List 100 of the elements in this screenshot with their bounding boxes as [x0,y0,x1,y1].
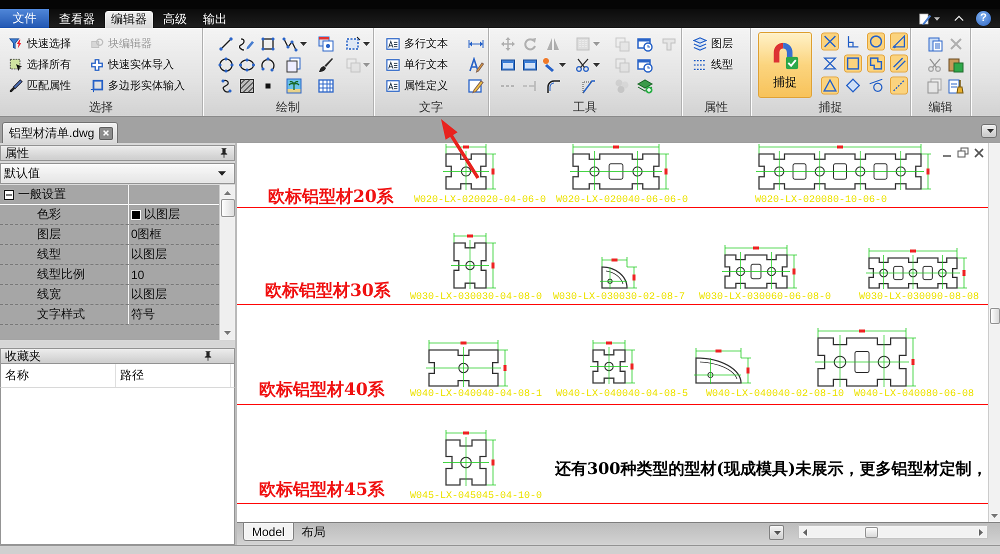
curve-pencil-icon[interactable] [238,36,254,52]
style-dropdown[interactable]: 默认值 [0,163,235,184]
caret-icon[interactable] [934,17,940,21]
paint-icon[interactable] [540,56,556,72]
snap-button[interactable]: 捕捉 [758,32,812,98]
close-button[interactable] [99,126,113,140]
chamfer-icon[interactable] [580,78,596,94]
polyline-icon[interactable] [282,36,298,52]
parallel-icon[interactable] [890,54,908,73]
cross-icon[interactable] [821,32,839,51]
minus-box-icon[interactable] [4,190,14,200]
restore-icon[interactable] [957,147,969,159]
ribbon-tab[interactable]: 输出 [197,11,233,28]
chevron-up-icon[interactable] [954,15,964,22]
ribbon-tab[interactable]: 查看器 [53,11,101,28]
pin-icon[interactable] [204,351,212,361]
stack-plus-icon[interactable] [637,78,653,94]
scrollbar[interactable] [798,525,988,539]
scrollbar[interactable] [988,143,1000,522]
layout-tab[interactable]: 布局 [294,523,334,541]
caret-icon[interactable] [362,42,370,46]
profile-label: W040-LX-040040-04-08-1 [410,389,542,400]
property-name: 文字样式 [37,306,85,323]
property-value[interactable]: 以图层 [144,206,180,223]
picture-icon[interactable] [286,78,302,94]
ribbon-button[interactable]: 多行文本 [386,33,468,54]
text-box-icon [386,36,400,50]
property-value[interactable]: 0图框 [131,226,162,243]
rectangle-icon[interactable] [260,36,276,52]
clipboard-icon[interactable] [926,36,942,52]
brush-icon[interactable] [318,56,334,72]
ellipse-icon[interactable] [238,56,254,72]
column-header[interactable]: 路径 [116,364,231,387]
group-label: 捕捉 [818,100,844,116]
caret-icon[interactable] [300,42,306,46]
arrow-down-icon[interactable] [991,514,998,518]
ribbon-button[interactable]: 选择所有 [9,54,90,75]
caret-icon[interactable] [558,62,566,66]
window-clock-icon[interactable] [637,36,653,52]
scrollbar[interactable] [219,185,235,340]
property-value[interactable]: 符号 [131,306,155,323]
arrow-up-icon[interactable] [224,191,231,195]
scrollbar-thumb[interactable] [990,308,1000,324]
windows-icon[interactable] [318,36,334,52]
ribbon-button[interactable]: 图层 [693,33,733,54]
copy-icon[interactable] [286,56,302,72]
angle-icon[interactable] [890,32,908,51]
scrollbar-thumb[interactable] [865,526,878,538]
triangle-icon[interactable] [821,76,839,95]
panel-icon[interactable] [500,56,516,72]
arrow-left-icon[interactable] [803,528,807,536]
hatch-icon[interactable] [238,78,254,94]
note-pen-icon[interactable] [468,78,484,94]
ribbon-button[interactable]: 快速选择 [9,33,90,54]
dropdown-button[interactable] [769,525,784,540]
window-clock-icon[interactable] [637,56,653,72]
property-value[interactable]: 以图层 [131,286,167,303]
dropdown-button[interactable] [981,124,997,138]
drawing-canvas[interactable] [237,143,988,522]
arc-icon[interactable] [260,56,276,72]
ribbon-button[interactable]: 快速实体导入 [90,54,202,75]
group-name: 一般设置 [18,186,66,203]
fillet-icon[interactable] [545,78,561,94]
overlap-icon[interactable] [867,54,885,73]
circle-icon[interactable] [218,56,234,72]
arrow-right-icon[interactable] [979,528,983,536]
layout-tab[interactable]: Model [243,523,294,541]
property-name: 图层 [37,226,61,243]
arrow-down-icon[interactable] [224,331,231,335]
caret-icon[interactable] [593,62,600,66]
square-icon[interactable] [844,54,862,73]
ribbon-button[interactable]: 多边形实体输入 [90,75,202,96]
column-header[interactable]: 名称 [1,364,116,387]
section-title: 欧标铝型材20系 [268,187,394,207]
brush-icon [9,78,23,92]
ribbon-tab[interactable]: 编辑器 [105,11,153,28]
close-icon[interactable] [973,147,985,159]
ribbon-button[interactable]: 属性定义 [386,75,468,96]
table-icon[interactable] [318,78,334,94]
panel-icon[interactable] [522,56,538,72]
dashed-rectangle-icon[interactable] [344,36,360,52]
ribbon-button[interactable]: 单行文本 [386,54,468,75]
ribbon-tab[interactable]: 高级 [157,11,193,28]
file-menu-button[interactable]: 文件 [0,9,49,28]
pencil-icon[interactable] [919,12,932,26]
property-value[interactable]: 10 [131,268,144,282]
ribbon-button[interactable]: 线型 [693,54,733,75]
paste-icon[interactable] [948,56,964,72]
scrollbar-thumb[interactable] [220,199,234,217]
diamond-icon[interactable] [844,76,862,95]
document-tab[interactable]: 铝型材清单.dwg [2,122,118,143]
scissors-icon[interactable] [575,56,591,72]
property-value[interactable]: 以图层 [131,246,167,263]
linetype-icon [693,58,707,72]
ribbon-button[interactable]: 匹配属性 [9,75,90,96]
line-icon[interactable] [218,36,234,52]
tangent-icon[interactable] [867,76,885,95]
text-pen-icon[interactable] [468,56,484,72]
clipboard-brush-icon[interactable] [948,78,964,94]
pin-icon[interactable] [220,148,228,158]
